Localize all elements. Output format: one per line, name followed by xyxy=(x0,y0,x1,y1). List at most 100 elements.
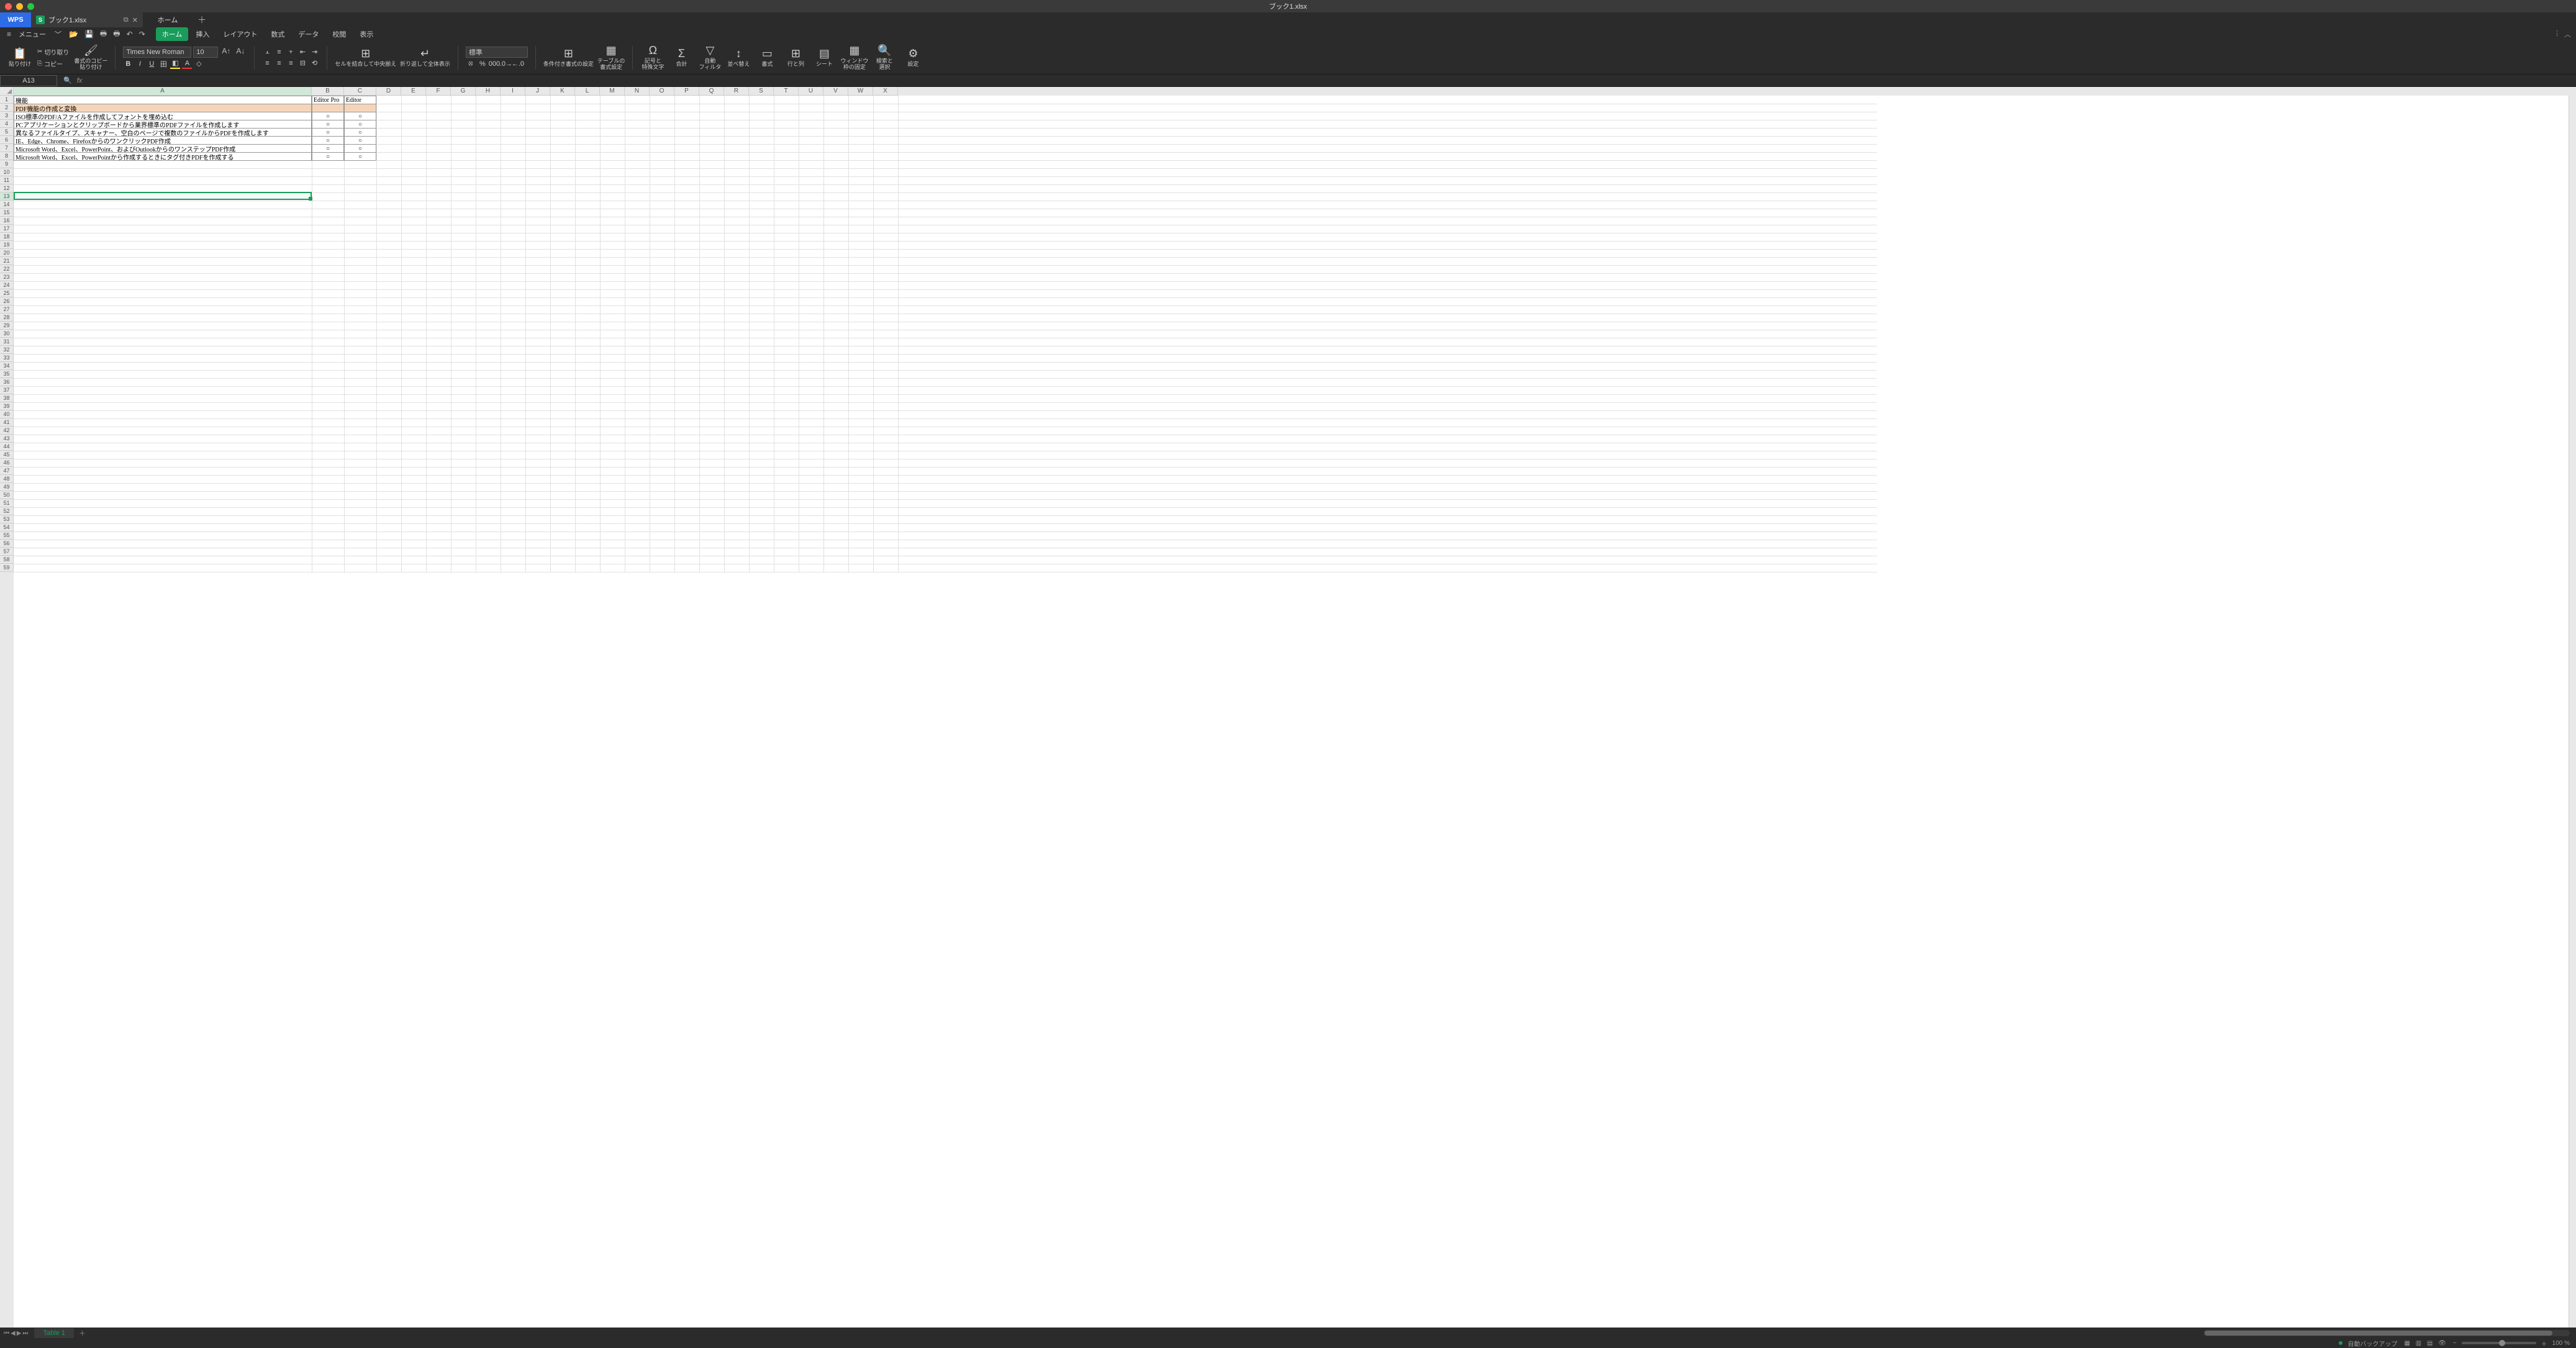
collapse-ribbon-icon[interactable]: ︿ xyxy=(2564,29,2571,39)
col-header-B[interactable]: B xyxy=(312,87,344,96)
ribbon-tab-2[interactable]: レイアウト xyxy=(217,27,263,41)
increase-font-icon[interactable]: A↑ xyxy=(220,47,232,58)
open-icon[interactable]: 📂 xyxy=(67,30,80,38)
ribbon-tab-0[interactable]: ホーム xyxy=(156,27,189,41)
row-header-43[interactable]: 43 xyxy=(0,435,14,443)
col-header-W[interactable]: W xyxy=(848,87,873,96)
row-header-59[interactable]: 59 xyxy=(0,564,14,572)
col-header-R[interactable]: R xyxy=(724,87,749,96)
cell-A2[interactable]: PDF機能の作成と変換 xyxy=(14,104,312,112)
cell-B6[interactable]: ○ xyxy=(312,136,344,145)
col-header-S[interactable]: S xyxy=(749,87,774,96)
format-button[interactable]: ▭書式 xyxy=(755,47,779,68)
row-header-40[interactable]: 40 xyxy=(0,410,14,418)
find-select-button[interactable]: 🔍検索と選択 xyxy=(872,44,897,71)
cell-A7[interactable]: Microsoft Word、Excel、PowerPoint、およびOutlo… xyxy=(14,144,312,153)
col-header-T[interactable]: T xyxy=(774,87,799,96)
cell-C3[interactable]: ○ xyxy=(344,112,376,120)
row-header-24[interactable]: 24 xyxy=(0,281,14,289)
maximize-window-icon[interactable] xyxy=(27,3,34,10)
cell-A5[interactable]: 異なるファイルタイプ、スキャナー、空白のページで複数のファイルからPDFを作成し… xyxy=(14,128,312,137)
col-header-H[interactable]: H xyxy=(476,87,501,96)
home-nav-tab[interactable]: ホーム xyxy=(143,12,193,27)
fill-color-icon[interactable]: ◧ xyxy=(170,59,180,69)
cut-button[interactable]: ✂ 切り取り xyxy=(36,47,70,57)
row-header-7[interactable]: 7 xyxy=(0,144,14,152)
cell-A6[interactable]: IE、Edge、Chrome、FirefoxからのワンクリックPDF作成 xyxy=(14,136,312,145)
col-header-C[interactable]: C xyxy=(344,87,376,96)
row-header-49[interactable]: 49 xyxy=(0,483,14,491)
cell-B3[interactable]: ○ xyxy=(312,112,344,120)
save-icon[interactable]: 💾 xyxy=(83,30,96,38)
cell-B4[interactable]: ○ xyxy=(312,120,344,129)
zoom-out-icon[interactable]: − xyxy=(2453,1340,2457,1347)
cell-C5[interactable]: ○ xyxy=(344,128,376,137)
sheet-button[interactable]: ▤シート xyxy=(812,47,837,68)
number-format-select[interactable] xyxy=(466,47,528,58)
minimize-window-icon[interactable] xyxy=(16,3,23,10)
row-header-52[interactable]: 52 xyxy=(0,507,14,515)
cell-B2[interactable] xyxy=(312,104,344,112)
row-header-10[interactable]: 10 xyxy=(0,168,14,176)
row-header-8[interactable]: 8 xyxy=(0,152,14,160)
increase-decimal-icon[interactable]: .0→ xyxy=(501,59,511,69)
percent-icon[interactable]: % xyxy=(478,59,488,69)
page-layout-icon[interactable]: ▥ xyxy=(2414,1340,2423,1347)
zoom-in-icon[interactable]: ＋ xyxy=(2541,1339,2547,1348)
auto-filter-button[interactable]: ▽自動フィルタ xyxy=(697,44,722,71)
italic-icon[interactable]: I xyxy=(135,59,145,69)
sort-button[interactable]: ↕並べ替え xyxy=(726,47,751,68)
decrease-font-icon[interactable]: A↓ xyxy=(234,47,247,58)
row-col-button[interactable]: ⊞行と列 xyxy=(783,47,808,68)
align-middle-icon[interactable]: ≡ xyxy=(274,47,284,57)
row-header-13[interactable]: 13 xyxy=(0,192,14,201)
row-header-35[interactable]: 35 xyxy=(0,370,14,378)
undo-icon[interactable]: ↶ xyxy=(125,30,135,38)
wps-tab[interactable]: WPS xyxy=(0,12,31,27)
horizontal-scrollbar[interactable] xyxy=(2203,1330,2570,1336)
row-header-41[interactable]: 41 xyxy=(0,418,14,427)
detach-window-icon[interactable]: ⧉ xyxy=(124,16,129,24)
file-tab[interactable]: S ブック1.xlsx ⧉ ✕ xyxy=(31,12,143,27)
cell-A4[interactable]: PCアプリケーションとクリップボードから業界標準のPDFファイルを作成します xyxy=(14,120,312,129)
settings-button[interactable]: ⚙設定 xyxy=(900,47,925,68)
new-tab-button[interactable]: ＋ xyxy=(193,12,211,27)
cell-A3[interactable]: ISO標準のPDF/Aファイルを作成してフォントを埋め込む xyxy=(14,112,312,120)
row-header-33[interactable]: 33 xyxy=(0,354,14,362)
menu-button[interactable]: メニュー xyxy=(16,29,49,39)
sum-button[interactable]: Σ合計 xyxy=(669,47,694,68)
add-sheet-button[interactable]: ＋ xyxy=(74,1328,91,1338)
row-header-55[interactable]: 55 xyxy=(0,532,14,540)
sheet-first-icon[interactable]: ⏮ xyxy=(4,1330,9,1337)
merge-split-icon[interactable]: ⊟ xyxy=(297,58,307,68)
col-header-A[interactable]: A xyxy=(14,87,312,96)
cell-C7[interactable]: ○ xyxy=(344,144,376,153)
increase-indent-icon[interactable]: ⇥ xyxy=(309,47,319,57)
close-window-icon[interactable] xyxy=(5,3,12,10)
row-header-44[interactable]: 44 xyxy=(0,443,14,451)
row-header-9[interactable]: 9 xyxy=(0,160,14,168)
row-header-16[interactable]: 16 xyxy=(0,217,14,225)
col-header-J[interactable]: J xyxy=(525,87,550,96)
row-header-32[interactable]: 32 xyxy=(0,346,14,354)
col-header-G[interactable]: G xyxy=(451,87,476,96)
col-header-P[interactable]: P xyxy=(674,87,699,96)
comma-icon[interactable]: 000 xyxy=(489,59,499,69)
row-header-46[interactable]: 46 xyxy=(0,459,14,467)
print-icon[interactable]: 🖶 xyxy=(98,28,109,41)
border-icon[interactable]: 田 xyxy=(158,59,168,69)
row-header-39[interactable]: 39 xyxy=(0,402,14,410)
wrap-text-button[interactable]: ↵折り返して全体表示 xyxy=(400,47,450,68)
row-header-5[interactable]: 5 xyxy=(0,128,14,136)
align-center-icon[interactable]: ≡ xyxy=(274,58,284,68)
row-header-51[interactable]: 51 xyxy=(0,499,14,507)
row-header-2[interactable]: 2 xyxy=(0,104,14,112)
reading-view-icon[interactable]: 👁 xyxy=(2436,1340,2448,1347)
redo-icon[interactable]: ↷ xyxy=(137,30,147,38)
options-icon[interactable]: ⋮ xyxy=(2554,29,2560,39)
row-header-1[interactable]: 1 xyxy=(0,96,14,104)
row-header-26[interactable]: 26 xyxy=(0,297,14,305)
vertical-scrollbar[interactable] xyxy=(2569,96,2576,1328)
zoom-slider[interactable] xyxy=(2462,1342,2536,1344)
cell-B7[interactable]: ○ xyxy=(312,144,344,153)
